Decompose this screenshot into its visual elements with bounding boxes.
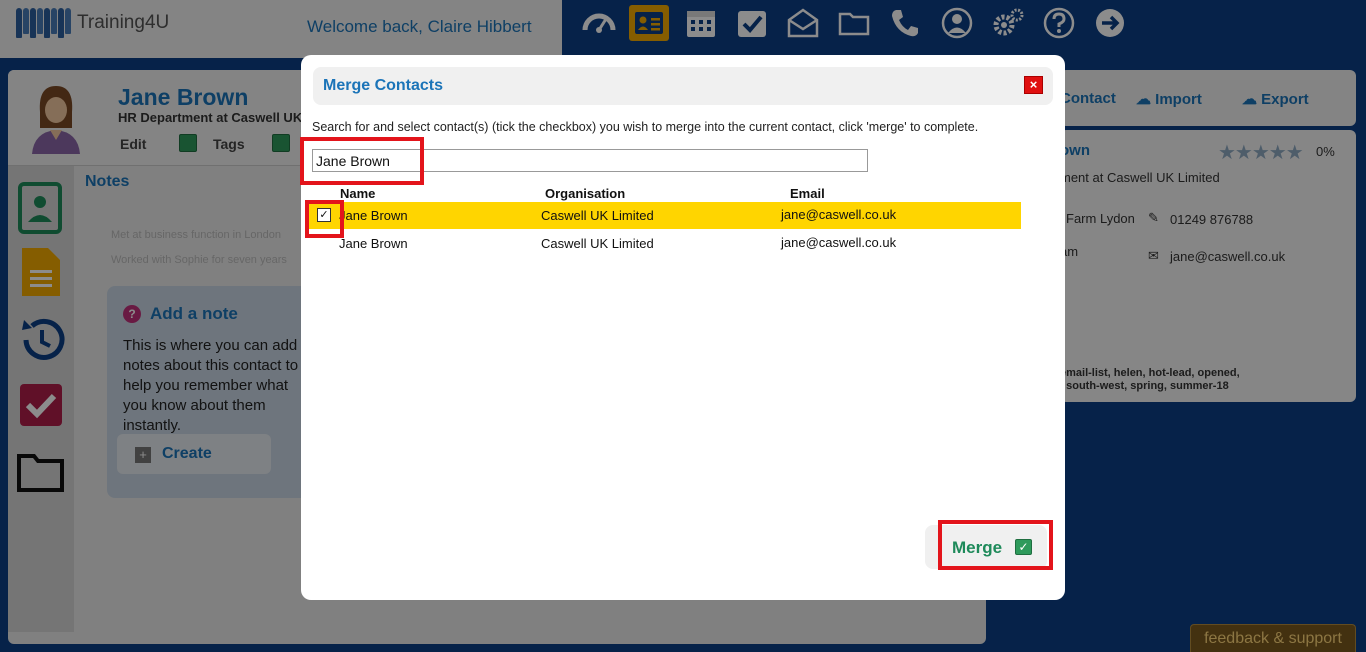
merge-contacts-modal: Merge Contacts × Search for and select c… — [300, 55, 1065, 600]
row-organisation: Caswell UK Limited — [541, 236, 654, 251]
row-name: Jane Brown — [339, 208, 408, 223]
modal-header: Merge Contacts × — [313, 67, 1053, 105]
check-icon: ✓ — [1015, 539, 1032, 555]
table-row[interactable]: ✓ Jane Brown Caswell UK Limited jane@cas… — [307, 202, 1021, 229]
row-email: jane@caswell.co.uk — [781, 207, 897, 222]
contact-search-input[interactable] — [312, 149, 868, 172]
modal-title: Merge Contacts — [323, 77, 444, 94]
row-name: Jane Brown — [339, 236, 408, 251]
table-row[interactable]: Jane Brown Caswell UK Limited jane@caswe… — [307, 230, 1021, 257]
column-header-name: Name — [340, 186, 376, 201]
column-header-email: Email — [790, 186, 825, 201]
merge-button[interactable]: Merge ✓ — [925, 525, 1047, 569]
row-email: jane@caswell.co.uk — [781, 235, 897, 250]
row-checkbox[interactable]: ✓ — [317, 208, 331, 222]
row-organisation: Caswell UK Limited — [541, 208, 654, 223]
merge-instructions: Search for and select contact(s) (tick t… — [312, 120, 979, 134]
merge-label: Merge — [952, 538, 1003, 557]
close-icon[interactable]: × — [1024, 76, 1043, 94]
column-header-organisation: Organisation — [545, 186, 626, 201]
